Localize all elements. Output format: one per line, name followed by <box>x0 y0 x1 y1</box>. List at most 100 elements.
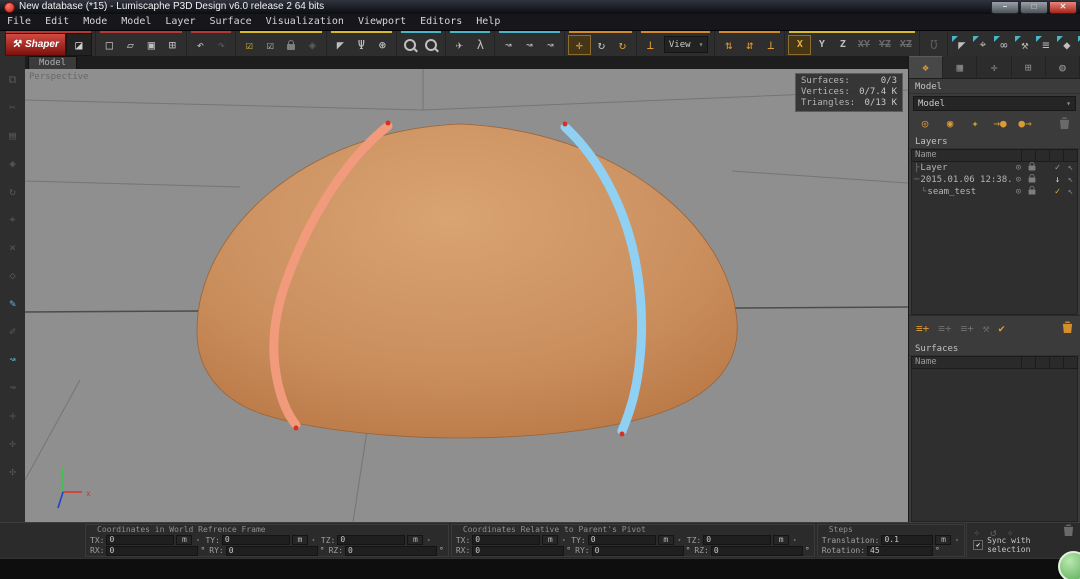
cursor-tool-button[interactable]: ◤ <box>330 35 351 54</box>
rail-pivot-button[interactable]: ◈ <box>3 154 22 173</box>
rail-cut-button[interactable]: ✂ <box>3 98 22 117</box>
open-file-button[interactable]: ▱ <box>120 35 141 54</box>
viewport-tab-model[interactable]: Model <box>28 56 77 70</box>
menu-file[interactable]: File <box>0 14 38 30</box>
duplicate-layer-button[interactable]: ≡+ <box>961 322 974 335</box>
translate-tool-button[interactable]: ✛ <box>568 35 591 55</box>
translation-step-input[interactable]: 0.1 <box>881 535 933 545</box>
world-tx-unit[interactable]: m <box>176 535 192 545</box>
pick-filter-icon[interactable]: ↖ <box>1064 162 1077 174</box>
menu-viewport[interactable]: Viewport <box>351 14 413 30</box>
menu-editors[interactable]: Editors <box>413 14 469 30</box>
rotate-tool-button[interactable]: ↻ <box>591 35 612 54</box>
parent-tx-unit[interactable]: m <box>542 535 558 545</box>
active-check-icon[interactable]: ✓ <box>1051 162 1064 174</box>
menu-surface[interactable]: Surface <box>203 14 259 30</box>
snap-hierarchy-button[interactable]: ⊥ <box>640 35 661 54</box>
menu-edit[interactable]: Edit <box>38 14 76 30</box>
unit-dropdown-icon[interactable]: ▾ <box>791 537 798 544</box>
delete-layer-button[interactable] <box>1062 321 1073 337</box>
camera-path-lock-button[interactable]: ↝ <box>519 35 540 54</box>
rotate-pivot-tool-button[interactable]: ↻ <box>612 35 633 54</box>
parent-ty-input[interactable]: 0 <box>588 535 656 545</box>
list-editor-button[interactable]: ≡ <box>1035 35 1056 54</box>
view-mode-dropdown[interactable]: View ▾ <box>664 36 709 53</box>
lock-icon[interactable] <box>1025 185 1038 199</box>
hierarchy-move-button[interactable]: ⇵ <box>739 35 760 54</box>
parent-ry-input[interactable]: 0 <box>592 546 684 556</box>
axis-x-toggle[interactable]: X <box>788 35 811 55</box>
menu-layer[interactable]: Layer <box>158 14 202 30</box>
rail-move-plus-button[interactable]: ✛ <box>3 406 22 425</box>
pivot-button[interactable]: ◈ <box>302 35 323 54</box>
eye-icon[interactable]: ⊙ <box>1012 186 1025 198</box>
lock-button[interactable] <box>281 35 302 54</box>
tab-materials[interactable]: ▦ <box>943 56 977 78</box>
layer-row[interactable]: ├Layer ⊙ ✓ ↖ <box>912 162 1077 174</box>
rail-brush-button[interactable]: ↝ <box>3 350 22 369</box>
select-layers-button[interactable]: ✔ <box>998 322 1005 335</box>
rail-paste-button[interactable]: ▤ <box>3 126 22 145</box>
unit-dropdown-icon[interactable]: ▾ <box>953 537 960 544</box>
menu-model[interactable]: Model <box>114 14 158 30</box>
sync-selection-checkbox[interactable]: ✔ <box>973 540 983 550</box>
pan-hand-button[interactable]: Ψ <box>351 35 372 54</box>
minimize-button[interactable]: – <box>991 1 1019 14</box>
export-node-button[interactable]: ●→ <box>1014 114 1036 133</box>
unit-dropdown-icon[interactable]: ▾ <box>425 537 432 544</box>
select-marquee-button[interactable]: ☑ <box>239 35 260 54</box>
menu-help[interactable]: Help <box>469 14 507 30</box>
world-tz-input[interactable]: 0 <box>337 535 405 545</box>
parent-tx-input[interactable]: 0 <box>472 535 540 545</box>
world-rz-input[interactable]: 0 <box>345 546 437 556</box>
tab-transform[interactable]: ✛ <box>977 56 1011 78</box>
parent-rx-input[interactable]: 0 <box>472 546 564 556</box>
maximize-button[interactable]: □ <box>1020 1 1048 14</box>
rail-move-arrows-button[interactable]: ✣ <box>3 462 22 481</box>
eye-icon[interactable]: ⊙ <box>1012 162 1025 174</box>
new-file-button[interactable]: □ <box>99 35 120 54</box>
hierarchy-up-button[interactable]: ⇅ <box>718 35 739 54</box>
axis-y-toggle[interactable]: Y <box>811 35 832 54</box>
expand-arrow-icon[interactable]: ↓ <box>1051 174 1064 186</box>
unit-dropdown-icon[interactable]: ▾ <box>310 537 317 544</box>
parent-tz-unit[interactable]: m <box>773 535 789 545</box>
active-check-icon[interactable]: ✓ <box>1051 186 1064 198</box>
select-marquee-alt-button[interactable]: ☑ <box>260 35 281 54</box>
menu-visualization[interactable]: Visualization <box>259 14 351 30</box>
tag-button[interactable]: ◆ <box>1056 35 1077 54</box>
tab-lighting[interactable]: ◍ <box>1046 56 1080 78</box>
tab-model-shapes[interactable]: ❖ <box>909 56 943 78</box>
layer-row[interactable]: └seam_test ⊙ ✓ ↖ <box>912 186 1077 198</box>
world-rx-input[interactable]: 0 <box>106 546 198 556</box>
world-ty-input[interactable]: 0 <box>222 535 290 545</box>
pick-filter-icon[interactable]: ↖ <box>1064 174 1077 186</box>
redo-button[interactable]: ↷ <box>211 35 232 54</box>
rotation-step-input[interactable]: 45 <box>867 546 933 556</box>
rail-move-cross-button[interactable]: ✢ <box>3 434 22 453</box>
layer-row[interactable]: ─2015.01.06 12:38... ⊙ ↓ ↖ <box>912 174 1077 186</box>
pick-filter-icon[interactable]: ↖ <box>1064 186 1077 198</box>
pick-cursor-button[interactable]: ◤ <box>951 35 972 54</box>
layer-tools-button[interactable]: ⚒ <box>983 322 990 335</box>
parent-rz-input[interactable]: 0 <box>711 546 803 556</box>
world-tz-unit[interactable]: m <box>407 535 423 545</box>
close-button[interactable]: ✕ <box>1049 1 1077 14</box>
translation-step-unit[interactable]: m <box>935 535 951 545</box>
sensor-button[interactable]: ✦ <box>964 114 986 133</box>
fly-mode-button[interactable]: ✈ <box>449 35 470 54</box>
render-teapot-button[interactable]: Ʊ <box>923 35 944 54</box>
camera-path-button[interactable]: ↝ <box>498 35 519 54</box>
overlay-badge[interactable] <box>1058 551 1080 579</box>
placement-pin-button[interactable]: ⌖ <box>972 35 993 54</box>
world-tx-input[interactable]: 0 <box>106 535 174 545</box>
menu-mode[interactable]: Mode <box>76 14 114 30</box>
viewport-canvas[interactable]: Perspective Surfaces:0/3 Vertices:0/7.4 … <box>25 69 908 522</box>
plane-yz-toggle[interactable]: YZ <box>874 35 895 54</box>
rail-rotate-button[interactable]: ↻ <box>3 182 22 201</box>
rail-path-button[interactable]: ↝ <box>3 378 22 397</box>
walk-mode-button[interactable]: λ <box>470 35 491 54</box>
unit-dropdown-icon[interactable]: ▾ <box>676 537 683 544</box>
rail-target-button[interactable]: ⌖ <box>3 210 22 229</box>
zoom-button[interactable] <box>400 35 421 54</box>
